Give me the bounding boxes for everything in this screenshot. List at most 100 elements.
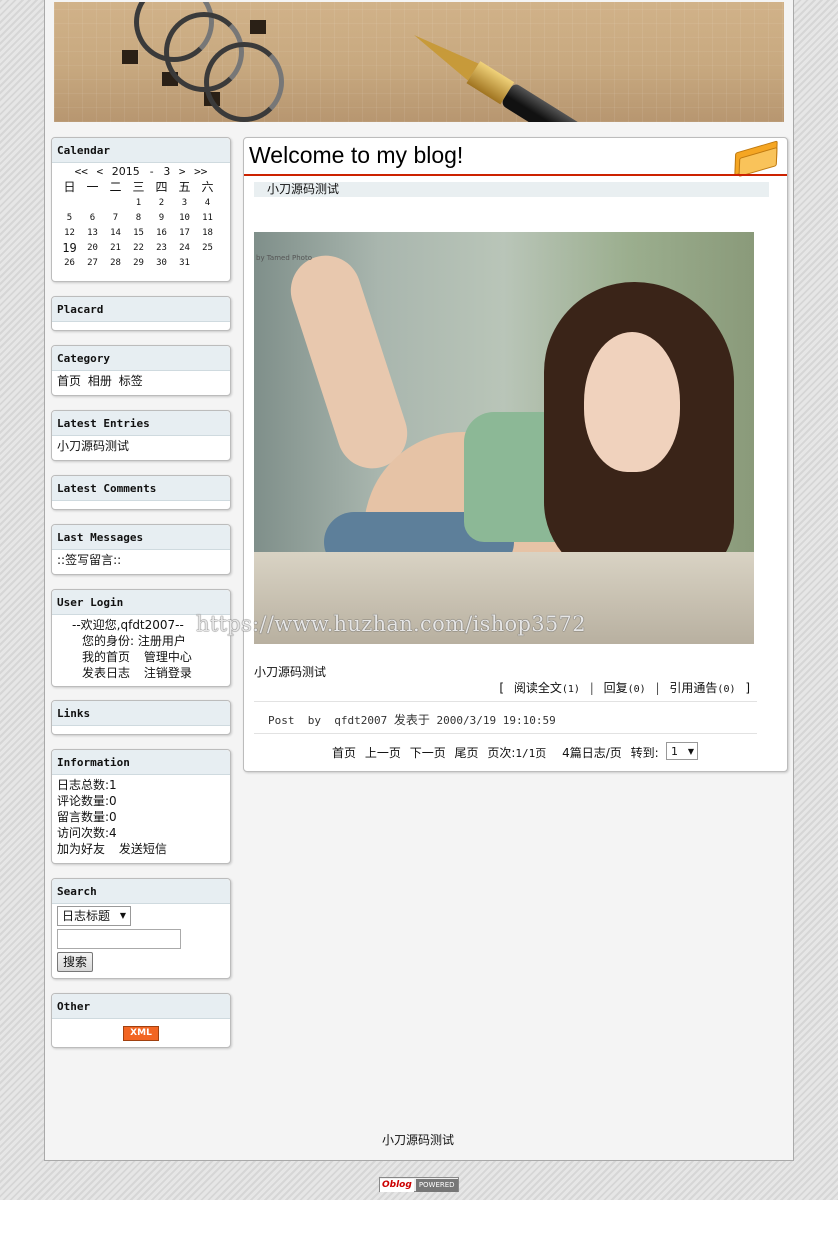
post-log-link[interactable]: 发表日志 [82,666,130,680]
weekday-label: 一 [86,180,99,194]
trackback-link[interactable]: 引用通告 [669,681,717,695]
watermark-text: https://www.huzhan.com/ishop3572 [196,612,586,636]
meta-by-label: by [307,714,321,727]
calendar-day-today: 19 [62,240,77,255]
prev-month-link[interactable]: < [97,165,104,178]
search-title: Search [52,879,230,904]
pager-goto-select[interactable]: 1 ▼ [666,742,698,760]
powered-by-badge[interactable]: Oblog POWERED [379,1177,459,1192]
next-month-link[interactable]: > [179,165,186,178]
calendar-grid: 日 一 二 三 四 五 六 1 2 3 4 5 6 7 8 9 10 11 12 [58,178,219,270]
photo-caption: by Tamed Photo [256,254,312,262]
stat-comments: 评论数量:0 [57,794,117,808]
sign-guestbook-link[interactable]: ::签写留言:: [57,553,121,567]
calendar-day [81,195,104,210]
weekday-label: 日 [63,180,76,194]
pagination: 首页 上一页 下一页 尾页 页次:1/1页 4篇日志/页 转到: [332,744,664,761]
latest-entries-title: Latest Entries [52,411,230,436]
calendar-day: 30 [156,257,167,268]
calendar-year[interactable]: 2015 [112,165,140,178]
calendar-day: 25 [202,242,213,253]
divider [254,733,757,734]
calendar-day: 11 [202,212,213,223]
chevron-down-icon: ▼ [687,747,694,756]
read-more-link[interactable]: 阅读全文 [514,681,562,695]
calendar-day: 23 [156,242,167,253]
xml-feed-badge[interactable]: XML [123,1026,159,1041]
category-title: Category [52,346,230,371]
latest-comments-title: Latest Comments [52,476,230,501]
pager-goto-label: 转到: [630,746,659,760]
post-photo: by Tamed Photo [254,232,754,644]
search-input[interactable] [57,929,181,949]
calendar-day [58,195,81,210]
latest-entries-box: Latest Entries 小刀源码测试 [51,410,231,461]
bracket-open: [ [499,681,505,695]
calendar-day: 24 [179,242,190,253]
logout-link[interactable]: 注销登录 [144,666,192,680]
calendar-month[interactable]: 3 [164,165,171,178]
weekday-label: 二 [109,180,122,194]
pager-goto-value: 1 [671,745,678,758]
pager-per-page: 4篇日志/页 [562,746,622,760]
separator: | [589,681,594,695]
next-year-link[interactable]: >> [194,165,207,178]
weekday-label: 三 [132,180,145,194]
post-action-links: [ 阅读全文(1) | 回复(0) | 引用通告(0) ] [499,679,750,696]
pager-first-link[interactable]: 首页 [332,746,356,760]
admin-center-link[interactable]: 管理中心 [144,650,192,664]
calendar-day: 18 [202,227,213,238]
latest-entry-link[interactable]: 小刀源码测试 [57,439,129,453]
pager-page-label: 页次: [487,746,516,760]
reply-link[interactable]: 回复 [604,681,628,695]
page-title: Welcome to my blog! [249,142,464,168]
search-type-select[interactable]: 日志标题 ▼ [57,906,132,926]
stat-visits: 访问次数:4 [57,826,117,840]
pager-prev-link[interactable]: 上一页 [365,746,401,760]
user-login-box: User Login --欢迎您,qfdt2007-- 您的身份: 注册用户 我… [51,589,231,687]
calendar-day: 20 [87,242,98,253]
footer-text: 小刀源码测试 [382,1133,455,1147]
links-title: Links [52,701,230,726]
calendar-day: 15 [133,227,144,238]
trackback-count: (0) [717,684,736,695]
pager-last-link[interactable]: 尾页 [455,746,479,760]
calendar-day: 16 [156,227,167,238]
powered-label: POWERED [415,1179,458,1192]
calendar-day: 9 [158,212,165,223]
calendar-day: 4 [204,197,211,208]
calendar-title: Calendar [52,138,230,163]
meta-author-link[interactable]: qfdt2007 [334,714,387,727]
separator: | [655,681,660,695]
calendar-day: 7 [112,212,119,223]
category-link-home[interactable]: 首页 [57,374,81,388]
oblog-logo: Oblog [380,1179,414,1192]
latest-comments-box: Latest Comments [51,475,231,510]
send-message-link[interactable]: 发送短信 [119,842,167,856]
search-button[interactable]: 搜索 [57,952,94,972]
calendar-day: 1 [135,197,142,208]
post-title-link[interactable]: 小刀源码测试 [254,182,769,197]
post-meta: Post by qfdt2007 发表于 2000/3/19 19:10:59 [268,711,556,728]
calendar-day: 10 [179,212,190,223]
calendar-day: 6 [89,212,96,223]
category-link-album[interactable]: 相册 [88,374,112,388]
calendar-day: 26 [64,257,75,268]
meta-post-label: Post [268,714,295,727]
prev-year-link[interactable]: << [75,165,88,178]
links-box: Links [51,700,231,735]
calendar-day: 29 [133,257,144,268]
post-summary: 小刀源码测试 [254,665,327,679]
stat-total-logs: 日志总数:1 [57,778,117,792]
chevron-down-icon: ▼ [119,911,127,920]
calendar-day: 31 [179,257,190,268]
main-content: Welcome to my blog! 小刀源码测试 by Tamed Phot… [243,137,788,772]
information-box: Information 日志总数:1 评论数量:0 留言数量:0 访问次数:4 … [51,749,231,864]
calendar-day: 5 [66,212,73,223]
pager-next-link[interactable]: 下一页 [410,746,446,760]
category-link-tags[interactable]: 标签 [119,374,143,388]
my-home-link[interactable]: 我的首页 [82,650,130,664]
meta-datetime: 2000/3/19 19:10:59 [436,714,556,727]
weekday-label: 五 [178,180,191,194]
add-friend-link[interactable]: 加为好友 [57,842,105,856]
